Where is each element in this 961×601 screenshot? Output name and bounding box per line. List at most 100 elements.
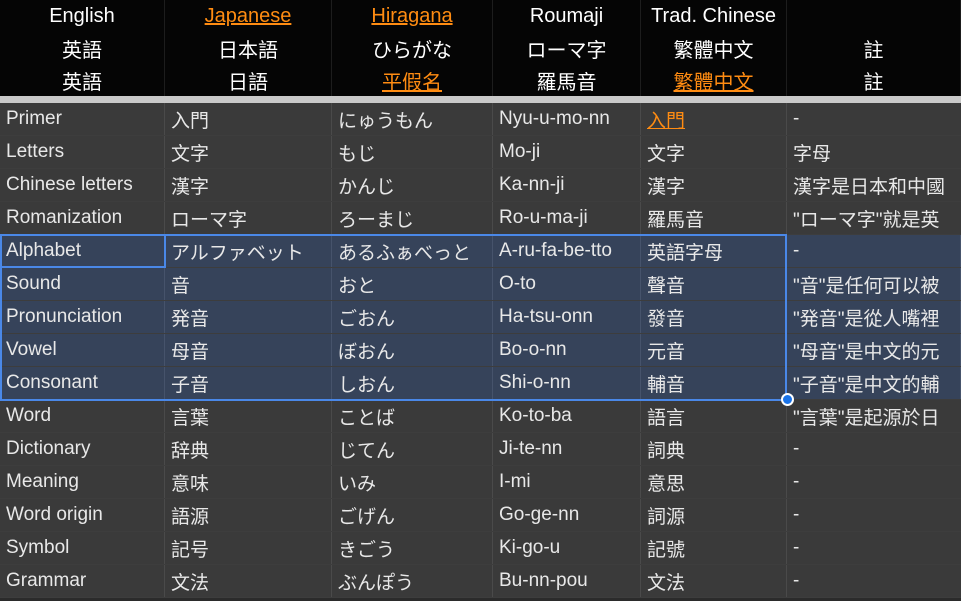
grid-cell[interactable]: "母音"是中文的元: [787, 334, 961, 366]
grid-cell[interactable]: じてん: [332, 433, 493, 465]
grid-cell[interactable]: 字母: [787, 136, 961, 168]
grid-cell[interactable]: Word: [0, 400, 165, 432]
table-row[interactable]: Primer 入門 にゅうもん Nyu-u-mo-nn 入門 -: [0, 103, 961, 136]
grid-cell[interactable]: ローマ字: [165, 202, 332, 234]
grid-cell[interactable]: 詞源: [641, 499, 787, 531]
grid-cell[interactable]: Ji-te-nn: [493, 433, 641, 465]
grid-cell[interactable]: 漢字: [165, 169, 332, 201]
table-row[interactable]: Alphabet アルファベット あるふぁべっと A-ru-fa-be-tto 英語字母…: [0, 235, 961, 268]
grid-cell[interactable]: Alphabet: [0, 235, 165, 267]
grid-cell[interactable]: Vowel: [0, 334, 165, 366]
spreadsheet-grid[interactable]: Primer 入門 にゅうもん Nyu-u-mo-nn 入門 - Letters 文字 もじ Mo…: [0, 103, 961, 598]
grid-cell[interactable]: 發音: [641, 301, 787, 333]
grid-cell[interactable]: "発音"是從人嘴裡: [787, 301, 961, 333]
grid-cell[interactable]: 記號: [641, 532, 787, 564]
grid-cell[interactable]: きごう: [332, 532, 493, 564]
grid-cell[interactable]: いみ: [332, 466, 493, 498]
grid-cell[interactable]: 言葉: [165, 400, 332, 432]
table-row[interactable]: Word 言葉 ことば Ko-to-ba 語言 "言葉"是起源於日: [0, 400, 961, 433]
grid-cell[interactable]: Ro-u-ma-ji: [493, 202, 641, 234]
grid-cell[interactable]: 羅馬音: [641, 202, 787, 234]
grid-cell[interactable]: しおん: [332, 367, 493, 399]
grid-cell[interactable]: ごおん: [332, 301, 493, 333]
grid-cell[interactable]: ぶんぽう: [332, 565, 493, 597]
grid-cell[interactable]: Ki-go-u: [493, 532, 641, 564]
grid-cell[interactable]: Meaning: [0, 466, 165, 498]
table-row[interactable]: Romanization ローマ字 ろーまじ Ro-u-ma-ji 羅馬音 "ローマ字"就…: [0, 202, 961, 235]
table-row[interactable]: Chinese letters 漢字 かんじ Ka-nn-ji 漢字 漢字是日本和中國: [0, 169, 961, 202]
grid-cell[interactable]: かんじ: [332, 169, 493, 201]
grid-cell[interactable]: Go-ge-nn: [493, 499, 641, 531]
table-row[interactable]: Letters 文字 もじ Mo-ji 文字 字母: [0, 136, 961, 169]
grid-cell[interactable]: "ローマ字"就是英: [787, 202, 961, 234]
grid-cell[interactable]: Sound: [0, 268, 165, 300]
grid-cell[interactable]: 語言: [641, 400, 787, 432]
grid-cell[interactable]: 漢字是日本和中國: [787, 169, 961, 201]
grid-cell[interactable]: Word origin: [0, 499, 165, 531]
grid-cell[interactable]: 文法: [641, 565, 787, 597]
grid-cell[interactable]: "子音"是中文的輔: [787, 367, 961, 399]
grid-cell[interactable]: 母音: [165, 334, 332, 366]
grid-cell[interactable]: あるふぁべっと: [332, 235, 493, 267]
grid-cell[interactable]: ことば: [332, 400, 493, 432]
grid-cell[interactable]: ごげん: [332, 499, 493, 531]
grid-cell[interactable]: Chinese letters: [0, 169, 165, 201]
grid-cell[interactable]: "言葉"是起源於日: [787, 400, 961, 432]
grid-cell[interactable]: 文字: [641, 136, 787, 168]
table-row[interactable]: Vowel 母音 ぼおん Bo-o-nn 元音 "母音"是中文的元: [0, 334, 961, 367]
grid-cell[interactable]: アルファベット: [165, 235, 332, 267]
grid-cell[interactable]: 漢字: [641, 169, 787, 201]
table-row[interactable]: Word origin 語源 ごげん Go-ge-nn 詞源 -: [0, 499, 961, 532]
header-cell[interactable]: 平假名: [332, 64, 493, 96]
grid-cell[interactable]: 辞典: [165, 433, 332, 465]
grid-cell[interactable]: "音"是任何可以被: [787, 268, 961, 300]
grid-cell[interactable]: Dictionary: [0, 433, 165, 465]
grid-cell[interactable]: 発音: [165, 301, 332, 333]
grid-cell[interactable]: Nyu-u-mo-nn: [493, 103, 641, 135]
grid-cell[interactable]: もじ: [332, 136, 493, 168]
grid-cell[interactable]: -: [787, 433, 961, 465]
grid-cell[interactable]: 聲音: [641, 268, 787, 300]
grid-cell[interactable]: Consonant: [0, 367, 165, 399]
grid-cell[interactable]: 詞典: [641, 433, 787, 465]
grid-cell[interactable]: Pronunciation: [0, 301, 165, 333]
table-row[interactable]: Grammar 文法 ぶんぽう Bu-nn-pou 文法 -: [0, 565, 961, 598]
grid-cell[interactable]: ろーまじ: [332, 202, 493, 234]
grid-cell[interactable]: Ka-nn-ji: [493, 169, 641, 201]
grid-cell[interactable]: 語源: [165, 499, 332, 531]
grid-cell[interactable]: 記号: [165, 532, 332, 564]
table-row[interactable]: Dictionary 辞典 じてん Ji-te-nn 詞典 -: [0, 433, 961, 466]
grid-cell[interactable]: -: [787, 466, 961, 498]
grid-cell[interactable]: -: [787, 235, 961, 267]
grid-cell[interactable]: 入門: [641, 103, 787, 135]
grid-cell[interactable]: Ko-to-ba: [493, 400, 641, 432]
grid-cell[interactable]: 子音: [165, 367, 332, 399]
table-row[interactable]: Consonant 子音 しおん Shi-o-nn 輔音 "子音"是中文的輔: [0, 367, 961, 400]
grid-cell[interactable]: 輔音: [641, 367, 787, 399]
grid-cell[interactable]: にゅうもん: [332, 103, 493, 135]
table-row[interactable]: Pronunciation 発音 ごおん Ha-tsu-onn 發音 "発音"是從人嘴裡: [0, 301, 961, 334]
grid-cell[interactable]: ぼおん: [332, 334, 493, 366]
grid-cell[interactable]: I-mi: [493, 466, 641, 498]
table-row[interactable]: Sound 音おと O-to 聲音 "音"是任何可以被: [0, 268, 961, 301]
grid-cell[interactable]: Mo-ji: [493, 136, 641, 168]
grid-cell[interactable]: 文字: [165, 136, 332, 168]
header-cell[interactable]: Hiragana: [332, 0, 493, 32]
header-cell[interactable]: Japanese: [165, 0, 332, 32]
grid-cell[interactable]: おと: [332, 268, 493, 300]
grid-cell[interactable]: Primer: [0, 103, 165, 135]
grid-cell[interactable]: 文法: [165, 565, 332, 597]
grid-cell[interactable]: Symbol: [0, 532, 165, 564]
grid-cell[interactable]: Ha-tsu-onn: [493, 301, 641, 333]
table-row[interactable]: Meaning 意味 いみ I-mi 意思 -: [0, 466, 961, 499]
grid-cell[interactable]: -: [787, 103, 961, 135]
grid-cell[interactable]: Letters: [0, 136, 165, 168]
grid-cell[interactable]: 意味: [165, 466, 332, 498]
grid-cell[interactable]: 元音: [641, 334, 787, 366]
grid-cell[interactable]: 意思: [641, 466, 787, 498]
grid-cell[interactable]: Bo-o-nn: [493, 334, 641, 366]
grid-cell[interactable]: A-ru-fa-be-tto: [493, 235, 641, 267]
grid-cell[interactable]: -: [787, 532, 961, 564]
grid-cell[interactable]: 音: [165, 268, 332, 300]
grid-cell[interactable]: Grammar: [0, 565, 165, 597]
